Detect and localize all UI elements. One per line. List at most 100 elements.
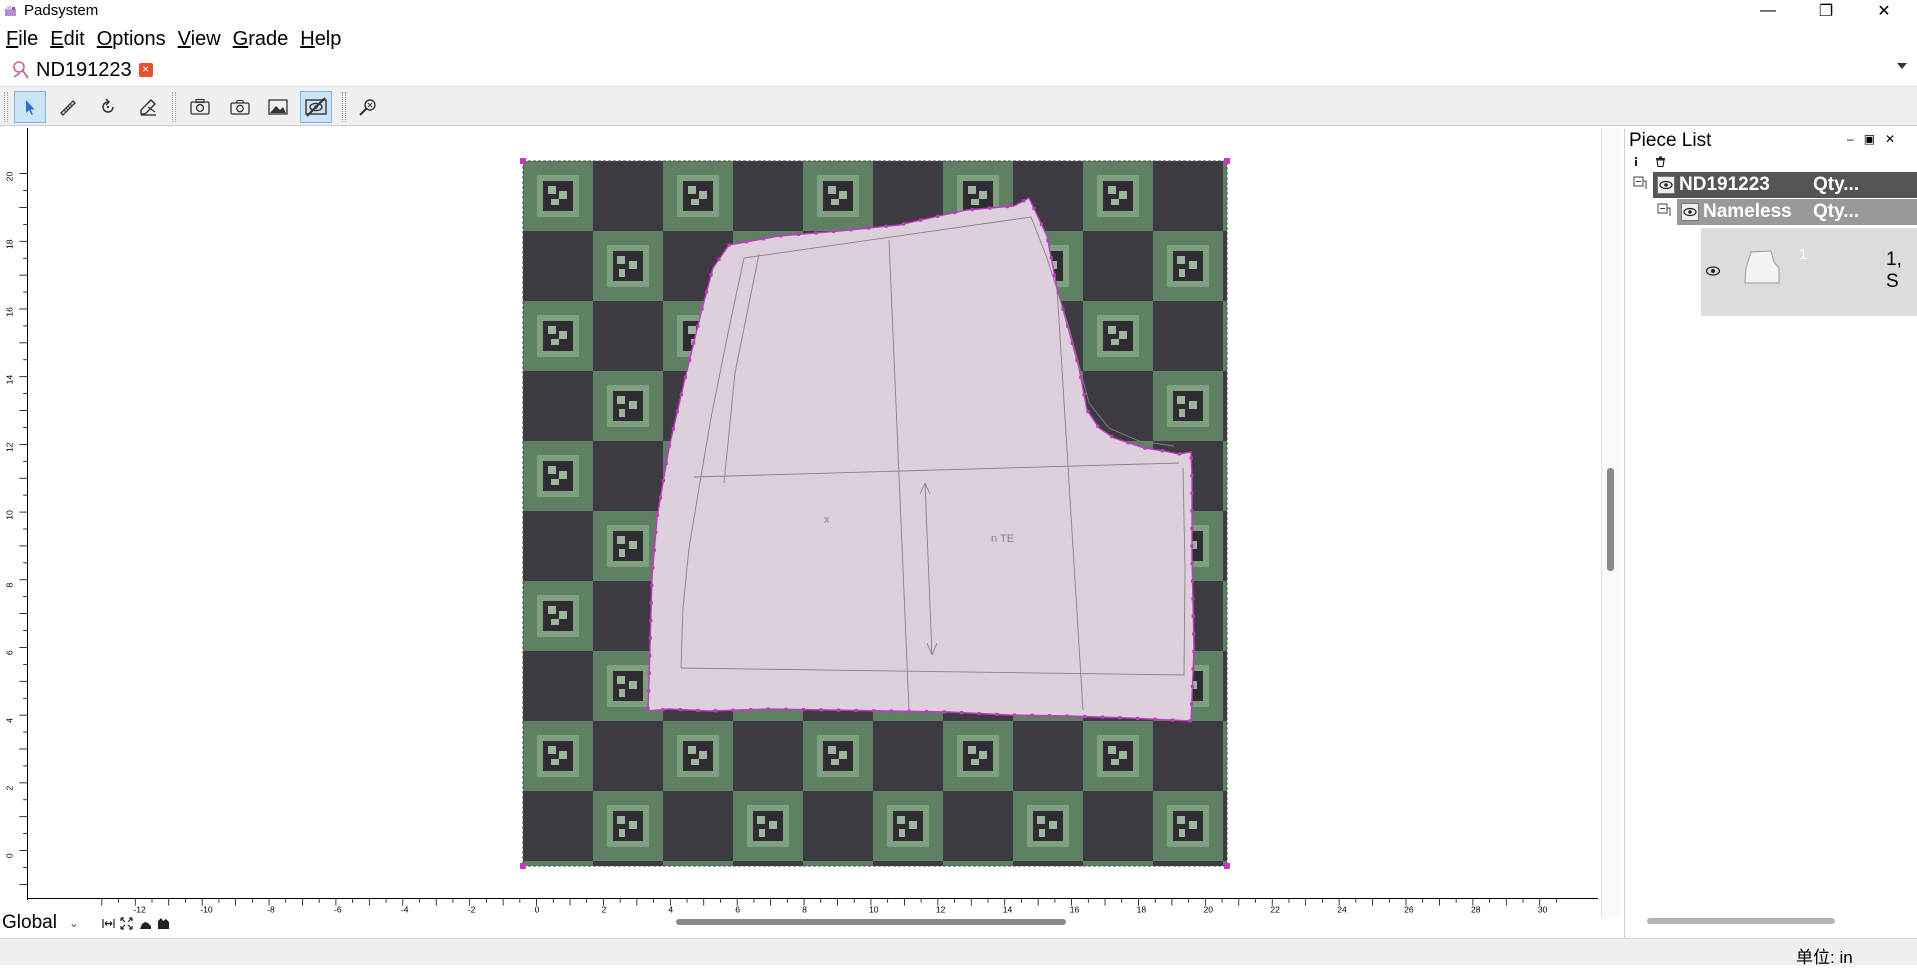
panel-close-icon[interactable]: ✕ — [1885, 132, 1895, 146]
vertex-point[interactable] — [661, 707, 665, 712]
menu-help[interactable]: Help — [294, 24, 347, 52]
vertex-point[interactable] — [1118, 716, 1122, 720]
vertex-point[interactable] — [1005, 204, 1009, 209]
vertex-point[interactable] — [1171, 718, 1175, 722]
vertex-point[interactable] — [1143, 446, 1147, 450]
vertex-point[interactable] — [700, 307, 704, 311]
menu-view[interactable]: View — [172, 24, 227, 52]
vertex-point[interactable] — [784, 707, 788, 711]
vertex-point[interactable] — [1065, 714, 1069, 718]
vertex-point[interactable] — [661, 478, 666, 483]
vertex-point[interactable] — [713, 709, 718, 713]
vertex-point[interactable] — [696, 708, 700, 713]
vertex-point[interactable] — [679, 392, 683, 396]
vertex-point[interactable] — [1086, 409, 1090, 414]
edit-tool-button[interactable] — [132, 91, 164, 123]
vertex-point[interactable] — [1083, 714, 1087, 719]
panel-restore-icon[interactable]: ▣ — [1864, 132, 1875, 146]
vertex-point[interactable] — [762, 237, 766, 241]
vertex-point[interactable] — [646, 706, 650, 710]
document-tab[interactable]: ND191223 × — [10, 56, 153, 84]
panel-horizontal-scroll-thumb[interactable] — [1647, 918, 1835, 924]
fit-width-icon[interactable] — [102, 917, 115, 930]
rotate-tool-button[interactable] — [92, 91, 124, 123]
camera-settings-tool-button[interactable] — [184, 91, 216, 123]
vertex-point[interactable] — [831, 229, 836, 234]
vertex-point[interactable] — [649, 601, 653, 605]
search-piece-tool-button[interactable] — [352, 91, 384, 123]
vertex-point[interactable] — [1135, 716, 1140, 721]
vertex-point[interactable] — [1126, 441, 1130, 445]
capture-tool-button[interactable] — [224, 91, 256, 123]
vertex-point[interactable] — [1012, 713, 1017, 717]
vertex-point[interactable] — [705, 290, 709, 294]
vertex-point[interactable] — [901, 222, 906, 226]
vertex-point[interactable] — [727, 243, 731, 247]
drawing-canvas[interactable]: x n TE — [29, 128, 1601, 898]
vertex-point[interactable] — [1052, 273, 1057, 277]
tree-item-root-pattern[interactable]: ND191223 Qty... — [1653, 172, 1917, 198]
vertex-point[interactable] — [647, 689, 651, 693]
menu-edit[interactable]: Edit — [44, 24, 90, 52]
menu-options[interactable]: Options — [91, 24, 172, 52]
vertex-point[interactable] — [1177, 452, 1182, 456]
vertex-point[interactable] — [744, 240, 748, 244]
tree-collapse-icon[interactable] — [1657, 203, 1671, 217]
vertex-point[interactable] — [907, 709, 911, 713]
vertex-point[interactable] — [650, 583, 654, 587]
vertex-point[interactable] — [796, 232, 801, 236]
vertex-point[interactable] — [696, 324, 700, 328]
vertex-point[interactable] — [749, 708, 753, 712]
vertex-point[interactable] — [1030, 713, 1034, 717]
vertex-point[interactable] — [1048, 714, 1052, 718]
maximize-window-button[interactable]: ❐ — [1797, 0, 1855, 22]
vertex-point[interactable] — [872, 709, 876, 713]
vertex-point[interactable] — [1189, 456, 1193, 460]
vertex-point[interactable] — [675, 409, 680, 414]
vertex-point[interactable] — [658, 496, 663, 500]
vertex-point[interactable] — [1039, 222, 1044, 226]
info-icon[interactable] — [1631, 156, 1641, 167]
vertex-point[interactable] — [953, 210, 957, 215]
vertex-point[interactable] — [1061, 307, 1065, 311]
vertex-point[interactable] — [977, 711, 981, 716]
vertex-point[interactable] — [942, 710, 946, 714]
vertex-point[interactable] — [678, 707, 682, 712]
vertex-point[interactable] — [1096, 424, 1100, 428]
image-tool-button[interactable] — [262, 91, 294, 123]
vertex-point[interactable] — [1032, 206, 1036, 211]
vertex-point[interactable] — [648, 653, 652, 658]
vertex-point[interactable] — [1022, 199, 1026, 203]
vertex-point[interactable] — [1070, 341, 1074, 345]
fit-all-icon[interactable] — [120, 917, 133, 930]
vertex-point[interactable] — [692, 341, 696, 345]
vertex-point[interactable] — [889, 709, 893, 713]
vertex-point[interactable] — [664, 461, 669, 465]
tree-item-piece[interactable]: 1 1, S — [1701, 228, 1917, 316]
vertex-point[interactable] — [854, 708, 858, 713]
vertex-point[interactable] — [970, 207, 974, 212]
vertex-point[interactable] — [648, 636, 652, 640]
grade-scope-select[interactable]: Global ⌄ — [2, 912, 96, 934]
vertical-scroll-thumb[interactable] — [1607, 468, 1614, 571]
vertex-point[interactable] — [1075, 358, 1079, 362]
canvas-vertical-scrollbar[interactable] — [1601, 128, 1621, 918]
vertex-point[interactable] — [652, 548, 656, 552]
vertex-point[interactable] — [1191, 667, 1195, 671]
vertex-point[interactable] — [779, 234, 783, 238]
vertex-point[interactable] — [683, 375, 687, 379]
minimize-window-button[interactable]: — — [1739, 0, 1797, 22]
vertex-point[interactable] — [1049, 256, 1053, 260]
measure-tool-button[interactable] — [52, 91, 84, 123]
vertex-point[interactable] — [837, 708, 841, 712]
horizontal-scroll-thumb[interactable] — [676, 919, 1066, 925]
vertex-point[interactable] — [1153, 717, 1157, 721]
vertex-point[interactable] — [1191, 597, 1195, 601]
vertex-point[interactable] — [1082, 392, 1086, 397]
vertex-point[interactable] — [1190, 685, 1195, 689]
vertex-point[interactable] — [814, 231, 818, 235]
tree-collapse-icon[interactable] — [1633, 176, 1647, 190]
trash-icon[interactable] — [1655, 156, 1666, 167]
vertex-point[interactable] — [649, 618, 653, 623]
piece-filled-icon[interactable] — [157, 917, 170, 930]
